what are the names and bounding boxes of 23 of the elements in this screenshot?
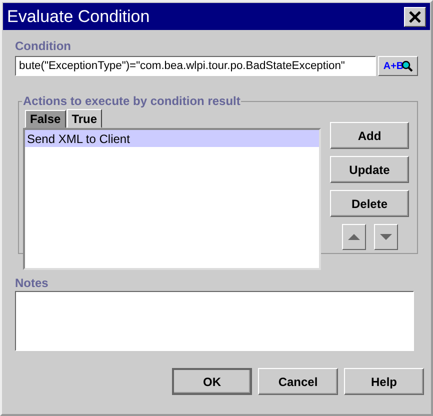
action-button[interactable]: Update <box>330 156 409 183</box>
condition-label: Condition <box>15 39 71 53</box>
condition-field[interactable]: bute("ExceptionType")="com.bea.wlpi.tour.po.BadStateException" <box>15 56 376 76</box>
list-item[interactable]: Send XML to Client <box>25 130 319 147</box>
window-title: Evaluate Condition <box>7 6 150 26</box>
move-down-button[interactable] <box>374 224 398 250</box>
close-button[interactable] <box>404 6 426 26</box>
close-icon <box>409 10 421 22</box>
move-up-button[interactable] <box>342 224 366 250</box>
dialog-button[interactable]: Cancel <box>258 368 338 395</box>
actions-list[interactable]: Send XML to Client <box>23 128 321 270</box>
notes-field[interactable] <box>15 291 414 351</box>
expression-builder-button[interactable]: A+B <box>378 56 418 76</box>
action-button[interactable]: Add <box>330 122 409 149</box>
notes-label: Notes <box>15 276 48 290</box>
dialog-button[interactable]: Help <box>344 368 424 395</box>
group-title: Actions to execute by condition result <box>22 94 242 108</box>
up-arrow-icon <box>348 234 360 240</box>
action-button[interactable]: Delete <box>330 190 409 217</box>
down-arrow-icon <box>380 234 392 240</box>
tab[interactable]: False <box>25 110 66 128</box>
dialog-button[interactable]: OK <box>172 368 252 395</box>
tab[interactable]: True <box>66 109 102 128</box>
